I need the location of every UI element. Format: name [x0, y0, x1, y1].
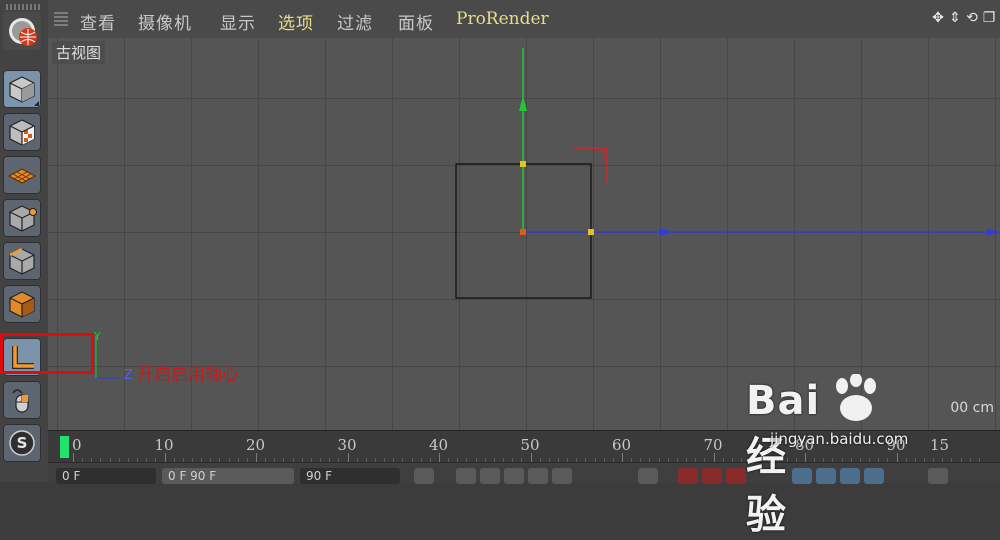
menu-options[interactable]: 选项 — [278, 9, 314, 34]
snap-button[interactable]: S — [3, 424, 41, 462]
menu-panel[interactable]: 面板 — [398, 9, 434, 34]
tweak-mode-button[interactable] — [3, 381, 41, 419]
texture-mode-icon — [9, 119, 35, 146]
snap-label: S — [16, 434, 28, 452]
point-mode-button[interactable] — [3, 199, 41, 237]
x-axis-handle[interactable] — [588, 229, 594, 235]
axis-indicator-y: Y — [94, 330, 101, 343]
timeline-extra-label: 15 — [930, 436, 950, 454]
annotation-highlight-box — [0, 333, 94, 374]
timeline-tick-label: 0 — [72, 436, 82, 454]
edge-mode-icon — [9, 247, 35, 275]
x-axis-arrow[interactable] — [659, 228, 674, 236]
timeline-tick-label: 40 — [429, 436, 449, 454]
timeline-tick-label: 10 — [154, 436, 174, 454]
grid-scale-label: 00 cm — [950, 400, 994, 416]
move-view-icon[interactable]: ✥ — [931, 9, 945, 27]
workplane-icon — [7, 168, 37, 184]
timeline-tick-label: 70 — [703, 436, 723, 454]
menu-camera[interactable]: 摄像机 — [138, 9, 192, 34]
y-axis-handle[interactable] — [520, 161, 526, 167]
model-mode-button[interactable] — [3, 70, 41, 108]
menu-grip[interactable] — [54, 12, 68, 26]
timeline-tick-label: 50 — [520, 436, 540, 454]
menu-filter[interactable]: 过滤 — [337, 9, 373, 34]
timeline-tick-label: 60 — [612, 436, 632, 454]
watermark-brand: Bai 经验 — [746, 378, 821, 538]
menu-view[interactable]: 查看 — [80, 9, 116, 34]
timeline-tick-label: 30 — [337, 436, 357, 454]
left-toolbar: S — [0, 0, 49, 482]
workplane-button[interactable] — [3, 156, 41, 194]
viewport-menu-bar: 查看 摄像机 显示 选项 过滤 面板 ProRender ✥ ⇕ ⟲ ❐ — [48, 0, 1000, 39]
menu-display[interactable]: 显示 — [220, 9, 256, 34]
rotate-view-icon[interactable]: ⟲ — [965, 9, 979, 27]
menu-prorender[interactable]: ProRender — [456, 9, 549, 29]
cinema4d-window: S 查看 摄像机 显示 选项 过滤 面板 ProRender ✥ ⇕ ⟲ ❐ 古… — [0, 0, 1000, 538]
axis-indicator-z: Z — [124, 368, 133, 383]
point-mode-icon — [9, 205, 37, 232]
view-navigation: ✥ ⇕ ⟲ ❐ — [931, 9, 996, 27]
texture-mode-button[interactable] — [3, 113, 41, 151]
transport-bar: 0 F 0 F 90 F 90 F — [48, 462, 1000, 484]
tweak-mode-icon — [12, 389, 29, 413]
watermark-url: jingyan.baidu.com — [770, 430, 909, 448]
polygon-mode-button[interactable] — [3, 285, 41, 323]
cinema4d-logo-icon[interactable] — [3, 12, 41, 50]
baidu-paw-icon — [836, 374, 876, 421]
timeline-tick-label: 20 — [246, 436, 266, 454]
polygon-mode-icon — [9, 291, 35, 318]
maximize-view-icon[interactable]: ❐ — [982, 9, 996, 27]
zoom-view-icon[interactable]: ⇕ — [948, 9, 962, 27]
model-mode-icon — [9, 76, 35, 103]
current-frame-marker[interactable] — [60, 436, 69, 458]
edge-mode-button[interactable] — [3, 242, 41, 280]
y-axis-arrow[interactable] — [519, 96, 527, 111]
origin-handle[interactable] — [520, 229, 526, 235]
toolbar-grip[interactable] — [6, 4, 42, 10]
annotation-text: 开启启用轴心 — [137, 365, 239, 385]
